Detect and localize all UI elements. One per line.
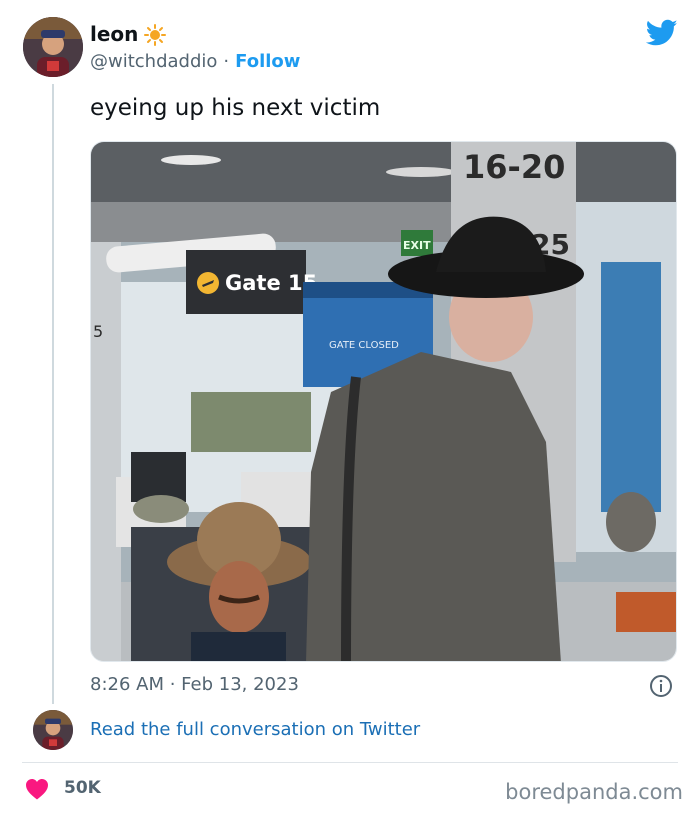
tweet-text: eyeing up his next victim — [90, 95, 381, 121]
reader-avatar — [33, 710, 73, 750]
sun-emoji-icon — [144, 24, 166, 46]
heart-icon[interactable] — [25, 778, 49, 800]
author-handle[interactable]: @witchdaddio — [90, 51, 217, 72]
tweet-timestamp[interactable]: 8:26 AM · Feb 13, 2023 — [90, 674, 299, 695]
twitter-bird-icon[interactable] — [646, 19, 678, 47]
exit-sign: EXIT — [403, 239, 431, 252]
boredpanda-watermark: boredpanda.com — [505, 780, 683, 804]
follow-button[interactable]: Follow — [235, 51, 300, 72]
like-count: 50K — [64, 778, 101, 798]
divider — [22, 762, 678, 763]
separator-dot: · — [223, 51, 230, 72]
gate-range-sign: 16-20 — [463, 148, 565, 186]
left-edge-number: 5 — [93, 322, 103, 341]
author-handle-row: @witchdaddio · Follow — [90, 51, 300, 72]
author-avatar[interactable] — [23, 17, 83, 77]
monitor-text: GATE CLOSED — [329, 340, 399, 351]
tweet-photo[interactable]: 5 16-20 25 EXIT Gate 15 GATE CLOSED — [90, 141, 677, 662]
read-conversation-link[interactable]: Read the full conversation on Twitter — [90, 719, 420, 740]
info-icon[interactable] — [649, 674, 673, 698]
thread-line — [52, 84, 54, 704]
tweet-embed-card: leon @witchdaddio · Follow eyeing up his n… — [0, 0, 700, 815]
author-name[interactable]: leon — [90, 22, 138, 46]
